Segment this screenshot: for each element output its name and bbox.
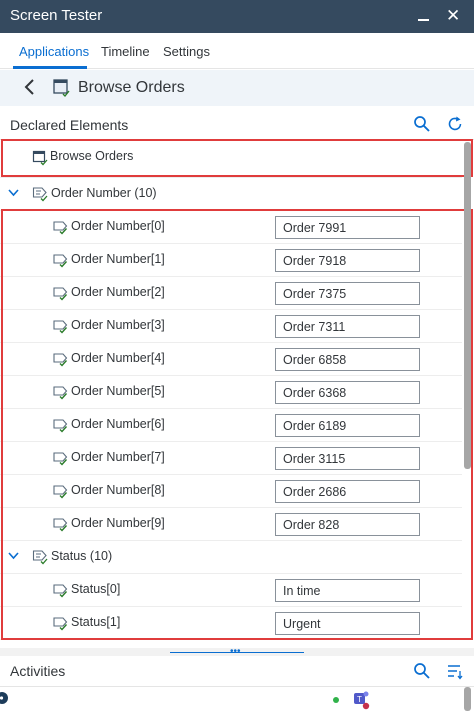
element-check-icon xyxy=(53,353,68,367)
teams-icon[interactable]: T xyxy=(352,688,370,710)
minimize-icon xyxy=(418,19,429,21)
element-value-field[interactable]: Order 6368 xyxy=(275,381,420,404)
taskbar-scrollbar[interactable] xyxy=(464,687,471,711)
title-bar: Screen Tester ✕ xyxy=(0,0,474,33)
activities-header: Activities xyxy=(0,656,474,687)
chevron-down-icon[interactable] xyxy=(8,551,19,560)
element-check-icon xyxy=(53,320,68,334)
tree-row-order-8[interactable]: Order Number[8] Order 2686 xyxy=(0,475,462,508)
back-button[interactable] xyxy=(22,78,38,96)
element-value-field[interactable]: Order 2686 xyxy=(275,480,420,503)
tree-row-order-6[interactable]: Order Number[6] Order 6189 xyxy=(0,409,462,442)
tab-timeline[interactable]: Timeline xyxy=(101,44,150,59)
element-check-icon xyxy=(53,617,68,631)
element-value-field[interactable]: Urgent xyxy=(275,612,420,635)
sort-button[interactable] xyxy=(446,662,464,680)
element-group-icon xyxy=(32,550,48,565)
nav-header: Browse Orders xyxy=(0,70,474,106)
tree-row-order-5[interactable]: Order Number[5] Order 6368 xyxy=(0,376,462,409)
tree-row-screen[interactable]: Browse Orders xyxy=(0,140,462,178)
svg-text:T: T xyxy=(357,695,362,704)
element-check-icon xyxy=(53,584,68,598)
tree-row-order-9[interactable]: Order Number[9] Order 828 xyxy=(0,508,462,541)
element-check-icon xyxy=(53,254,68,268)
search-icon xyxy=(414,663,430,679)
declared-elements-tree: Browse Orders Order Number (10) Order Nu… xyxy=(0,140,474,648)
element-value-field[interactable]: In time xyxy=(275,579,420,602)
element-value-field[interactable]: Order 7311 xyxy=(275,315,420,338)
element-label: Status[1] xyxy=(71,615,121,629)
element-value-field[interactable]: Order 7375 xyxy=(275,282,420,305)
screen-small-icon xyxy=(32,150,48,166)
activities-search-button[interactable] xyxy=(413,662,431,680)
element-check-icon xyxy=(53,287,68,301)
tab-bar: Applications Timeline Settings xyxy=(0,33,474,69)
activities-title: Activities xyxy=(10,663,66,679)
tree-label-group: Order Number (10) xyxy=(51,186,157,200)
element-label: Order Number[0] xyxy=(71,219,165,233)
element-check-icon xyxy=(53,518,68,532)
taskbar: T xyxy=(0,687,474,711)
tree-row-status-0[interactable]: Status[0] In time xyxy=(0,574,462,607)
element-check-icon xyxy=(53,452,68,466)
element-value-field[interactable]: Order 828 xyxy=(275,513,420,536)
minimize-button[interactable] xyxy=(417,9,431,23)
element-value-field[interactable]: Order 3115 xyxy=(275,447,420,470)
tree-label-group: Status (10) xyxy=(51,549,113,563)
tree-row-order-4[interactable]: Order Number[4] Order 6858 xyxy=(0,343,462,376)
screen-icon xyxy=(53,79,70,98)
search-icon xyxy=(414,116,430,132)
element-label: Status[0] xyxy=(71,582,121,596)
scrollbar-thumb[interactable] xyxy=(464,142,471,469)
element-label: Order Number[9] xyxy=(71,516,165,530)
chevron-down-icon[interactable] xyxy=(8,188,19,197)
chevron-left-icon xyxy=(24,79,34,95)
tree-label-screen: Browse Orders xyxy=(50,149,134,163)
element-check-icon xyxy=(53,386,68,400)
screen-title: Browse Orders xyxy=(78,79,185,96)
element-value-field[interactable]: Order 6858 xyxy=(275,348,420,371)
element-value-field[interactable]: Order 6189 xyxy=(275,414,420,437)
tree-group-order-number[interactable]: Order Number (10) xyxy=(0,178,462,211)
element-label: Order Number[3] xyxy=(71,318,165,332)
declared-elements-title: Declared Elements xyxy=(10,117,129,133)
element-check-icon xyxy=(53,221,68,235)
tab-settings[interactable]: Settings xyxy=(163,44,210,59)
element-check-icon xyxy=(53,419,68,433)
tree-row-order-1[interactable]: Order Number[1] Order 7918 xyxy=(0,244,462,277)
element-value-field[interactable]: Order 7918 xyxy=(275,249,420,272)
tree-row-order-7[interactable]: Order Number[7] Order 3115 xyxy=(0,442,462,475)
element-check-icon xyxy=(53,485,68,499)
element-label: Order Number[2] xyxy=(71,285,165,299)
element-label: Order Number[8] xyxy=(71,483,165,497)
tree-row-status-1[interactable]: Status[1] Urgent xyxy=(0,607,462,640)
sort-icon xyxy=(448,665,463,680)
grip-icon[interactable]: ••• xyxy=(230,647,241,657)
tree-group-status[interactable]: Status (10) xyxy=(0,541,462,574)
refresh-button[interactable] xyxy=(446,115,464,133)
refresh-icon xyxy=(448,116,462,131)
element-value-field[interactable]: Order 7991 xyxy=(275,216,420,239)
tree-row-order-3[interactable]: Order Number[3] Order 7311 xyxy=(0,310,462,343)
window-title: Screen Tester xyxy=(10,7,103,24)
declared-elements-header: Declared Elements xyxy=(0,106,474,140)
element-group-icon xyxy=(32,187,48,202)
close-button[interactable]: ✕ xyxy=(446,7,460,24)
tree-row-order-0[interactable]: Order Number[0] Order 7991 xyxy=(0,211,462,244)
search-button[interactable] xyxy=(413,115,431,133)
close-icon: ✕ xyxy=(446,6,461,25)
element-label: Order Number[1] xyxy=(71,252,165,266)
panel-splitter[interactable]: ••• xyxy=(0,647,474,657)
tree-row-order-2[interactable]: Order Number[2] Order 7375 xyxy=(0,277,462,310)
element-label: Order Number[6] xyxy=(71,417,165,431)
status-dot-icon xyxy=(333,697,339,703)
element-label: Order Number[7] xyxy=(71,450,165,464)
element-label: Order Number[5] xyxy=(71,384,165,398)
app-icon[interactable] xyxy=(0,690,10,706)
element-label: Order Number[4] xyxy=(71,351,165,365)
tab-applications[interactable]: Applications xyxy=(19,44,89,59)
active-tab-indicator xyxy=(13,66,87,69)
